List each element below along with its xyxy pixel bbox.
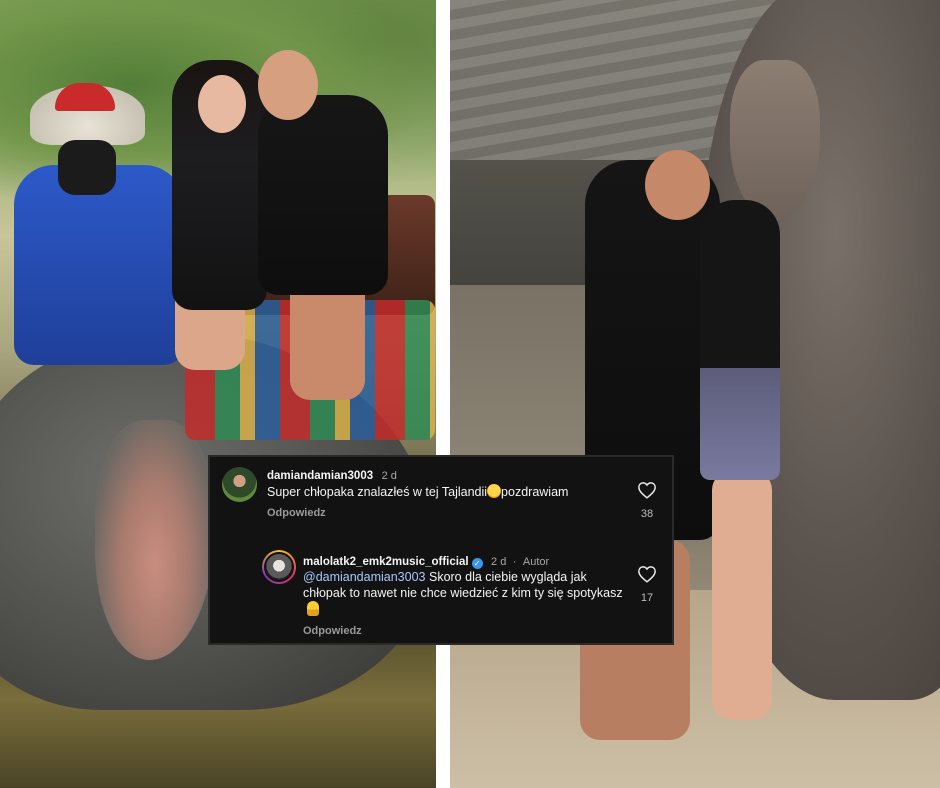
kissing-woman-legs xyxy=(712,470,772,720)
comment-text: Super chłopaka znalazłeś w tej Tajlandii xyxy=(267,485,488,499)
comment-thread: damiandamian3003 2 d Super chłopaka znal… xyxy=(208,455,674,645)
reply-button[interactable]: Odpowiedz xyxy=(267,507,326,519)
elephant-trunk xyxy=(730,60,820,220)
reply-button[interactable]: Odpowiedz xyxy=(303,625,362,637)
verified-badge-icon: ✓ xyxy=(471,558,483,569)
rolling-laughing-emoji-icon xyxy=(487,484,502,498)
woman-face xyxy=(198,75,246,133)
mahout-face-mask xyxy=(58,140,116,195)
author-label: Autor xyxy=(522,556,550,568)
author-avatar-image xyxy=(264,552,294,582)
heart-outline-icon[interactable] xyxy=(637,481,657,499)
mahout-figure xyxy=(14,165,184,365)
comment-text-row: Super chłopaka znalazłeś w tej Tajlandii… xyxy=(267,484,568,501)
commenter-avatar[interactable] xyxy=(222,467,257,502)
kissing-woman-figure xyxy=(700,200,780,480)
reply-text-block: @damiandamian3003 Skoro dla ciebie wyglą… xyxy=(303,570,623,618)
photo-divider xyxy=(436,0,450,788)
comment-text-suffix: pozdrawiam xyxy=(501,485,569,499)
like-count: 38 xyxy=(640,508,654,520)
author-avatar[interactable] xyxy=(262,550,296,584)
comment-header: damiandamian3003 2 d xyxy=(267,466,397,484)
meta-separator: · xyxy=(512,556,517,568)
right-photo xyxy=(450,0,940,788)
comment-time: 2 d xyxy=(381,470,397,482)
man-figure xyxy=(258,95,388,295)
reply-header: malolatk2_emk2music_official ✓ 2 d · Auto… xyxy=(303,552,549,570)
comment-username[interactable]: damiandamian3003 xyxy=(267,470,373,482)
like-count: 17 xyxy=(640,592,654,604)
kissing-man-head xyxy=(645,150,710,220)
reply-time: 2 d xyxy=(491,556,507,568)
man-face xyxy=(258,50,318,120)
heart-outline-icon[interactable] xyxy=(637,565,657,583)
left-photo xyxy=(0,0,436,788)
reply-mention-link[interactable]: @damiandamian3003 xyxy=(303,570,426,584)
person-emoji-icon xyxy=(307,601,319,616)
reply-username[interactable]: malolatk2_emk2music_official xyxy=(303,556,469,568)
